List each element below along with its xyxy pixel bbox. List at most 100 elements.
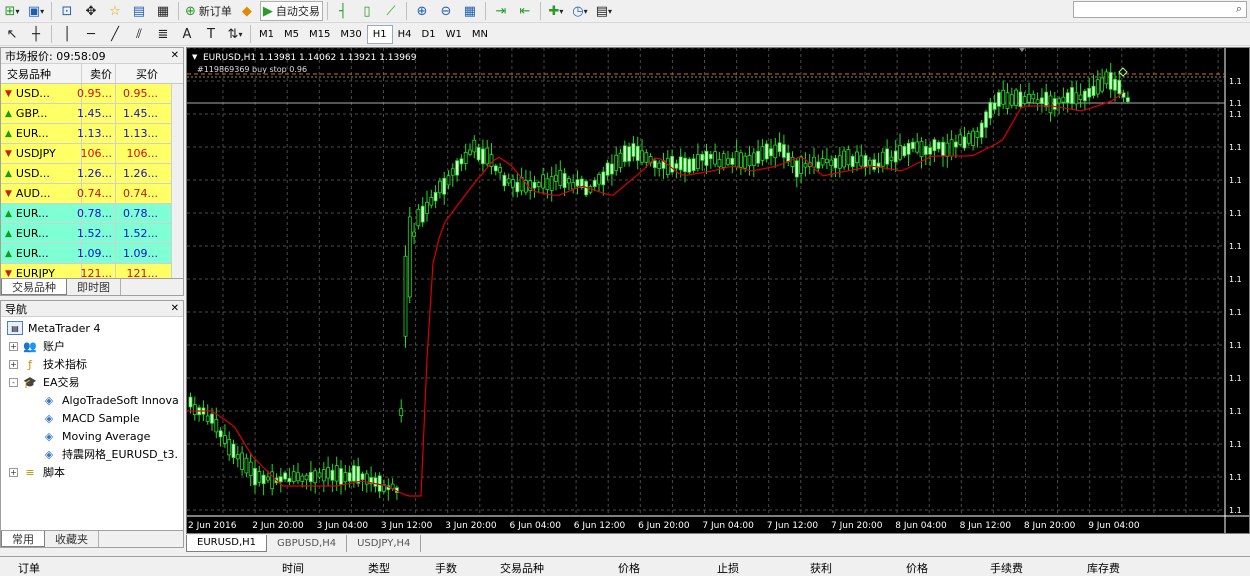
tile-windows-button[interactable]: ▦ (459, 1, 481, 21)
vertical-line-button[interactable]: │ (56, 24, 78, 44)
close-icon[interactable]: ✕ (171, 303, 179, 314)
crosshair-button[interactable]: ┼ (25, 24, 47, 44)
candle-body (773, 144, 778, 159)
timeframe-w1-button[interactable]: W1 (441, 25, 467, 44)
candle-body (205, 415, 210, 422)
candle-body (468, 149, 472, 155)
terminal-toggle[interactable]: ▤ (128, 1, 150, 21)
chart-shift-marker (1019, 48, 1025, 52)
chart-window[interactable]: 1.1 1.1 1.1 1.1 1.1 1.1 1.1 1.1 1.1 1.1 1.1 1.1 1.1 1… (186, 47, 1250, 552)
close-icon[interactable]: ✕ (171, 50, 179, 61)
line-chart-button[interactable]: ⟋ (380, 1, 402, 21)
nav-item[interactable]: ◈ 持震网格_EURUSD_t3. (1, 445, 183, 463)
indicators-button[interactable]: ✚ ▾ (545, 1, 567, 21)
candle-body (597, 173, 601, 185)
templates-button[interactable]: ▤ ▾ (593, 1, 615, 21)
arrow-up-icon: ▲ (5, 228, 12, 239)
timeframe-m30-button[interactable]: M30 (335, 25, 366, 44)
market-watch-tab-0[interactable]: 交易品种 (1, 279, 67, 295)
market-watch-toggle[interactable]: ⊡ (56, 1, 78, 21)
candle-body (1100, 77, 1104, 92)
expand-icon[interactable]: + (9, 359, 18, 369)
new-order-icon: ⊕ (185, 3, 196, 19)
chart-tab[interactable]: GBPUSD,H4 (267, 534, 348, 552)
new-order-button[interactable]: ⊕ 新订单 (183, 1, 234, 21)
candle-chart-button[interactable]: ▯ (356, 1, 378, 21)
nav-item[interactable]: - 🎓 EA交易 (1, 373, 183, 391)
chart-tab[interactable]: USDJPY,H4 (347, 534, 422, 552)
candle-body (317, 472, 322, 478)
column-ask[interactable]: 买价 (116, 64, 162, 83)
autoscroll-button[interactable]: ⇥ (490, 1, 512, 21)
nav-item[interactable]: ◈ AlgoTradeSoft Innova (1, 391, 183, 409)
price-chart[interactable]: 1.1 1.1 1.1 1.1 1.1 1.1 1.1 1.1 1.1 1.1 1.1 1.1 1.1 1… (187, 48, 1249, 534)
market-watch-row[interactable]: ▼ AUD... 0.74... 0.74... (1, 184, 183, 204)
timeframe-mn-button[interactable]: MN (467, 25, 493, 44)
timeframe-m5-button[interactable]: M5 (279, 25, 304, 44)
equidistant-channel-button[interactable]: ⫽ (128, 24, 150, 44)
market-watch-row[interactable]: ▲ GBP... 1.45... 1.45... (1, 104, 183, 124)
bid-cell: 1.13... (77, 124, 116, 143)
nav-item[interactable]: + 👥 账户 (1, 337, 183, 355)
cursor-button[interactable]: ↖ (1, 24, 23, 44)
arrow-up-icon: ▲ (5, 128, 12, 139)
horizontal-line-button[interactable]: ─ (80, 24, 102, 44)
market-watch-row[interactable]: ▲ EUR... 0.78... 0.78... (1, 204, 183, 224)
market-watch-row[interactable]: ▼ USDJPY 106... 106... (1, 144, 183, 164)
timeframe-m1-button[interactable]: M1 (254, 25, 279, 44)
arrows-button[interactable]: ⇅ ▾ (224, 24, 246, 44)
nav-item[interactable]: + ≡ 脚本 (1, 463, 183, 481)
column-symbol[interactable]: 交易品种 (1, 64, 82, 83)
fibonacci-button[interactable]: ≣ (152, 24, 174, 44)
zoom-out-button[interactable]: ⊖ (435, 1, 457, 21)
expand-icon[interactable]: + (9, 467, 18, 477)
bar-chart-button[interactable]: ┤ (332, 1, 354, 21)
candle-body (915, 141, 920, 153)
candle-body (652, 160, 657, 168)
nav-item[interactable]: ◈ MACD Sample (1, 409, 183, 427)
timeframe-m15-button[interactable]: M15 (304, 25, 335, 44)
tester-toggle[interactable]: ▦ (152, 1, 174, 21)
timeframe-h4-button[interactable]: H4 (393, 25, 417, 44)
candle-body (1108, 72, 1113, 90)
data-window-toggle[interactable]: ✥ (80, 1, 102, 21)
auto-trading-button[interactable]: ▶ 自动交易 (259, 1, 323, 21)
search-input[interactable]: ⌕ (1073, 1, 1247, 18)
timeframe-d1-button[interactable]: D1 (417, 25, 441, 44)
symbol-cell: ▲ EUR... (1, 224, 82, 243)
trendline-button[interactable]: ╱ (104, 24, 126, 44)
zoom-in-button[interactable]: ⊕ (411, 1, 433, 21)
market-watch-row[interactable]: ▼ USD... 0.95... 0.95... (1, 84, 183, 104)
candle-body (339, 468, 343, 485)
chart-shift-button[interactable]: ⇤ (514, 1, 536, 21)
candle-body (726, 158, 730, 165)
chart-tab[interactable]: EURUSD,H1 (186, 534, 268, 552)
nav-item[interactable]: ◈ Moving Average (1, 427, 183, 445)
candle-body (683, 157, 687, 173)
navigator-tab-0[interactable]: 常用 (1, 531, 45, 547)
market-watch-row[interactable]: ▲ USD... 1.26... 1.26... (1, 164, 183, 184)
market-watch-scrollbar[interactable] (171, 84, 183, 280)
nav-item[interactable]: + ƒ 技术指标 (1, 355, 183, 373)
navigator-tab-1[interactable]: 收藏夹 (45, 531, 99, 547)
expand-icon[interactable]: + (9, 341, 18, 351)
chart-dropdown-icon[interactable]: ▼ (192, 53, 197, 61)
market-watch-row[interactable]: ▲ EUR... 1.52... 1.52... (1, 224, 183, 244)
timeframe-group: M1 M5 M15 M30 H1 H4 D1 W1 MN (254, 24, 493, 44)
navigator-toggle[interactable]: ☆ (104, 1, 126, 21)
market-watch-row[interactable]: ▲ EUR... 1.13... 1.13... (1, 124, 183, 144)
nav-root[interactable]: ▤ MetaTrader 4 (1, 319, 183, 337)
market-watch-tab-1[interactable]: 即时图 (67, 279, 121, 295)
candle-body (532, 181, 537, 189)
column-bid[interactable]: 卖价 (82, 64, 116, 83)
periods-button[interactable]: ◷ ▾ (569, 1, 591, 21)
candle-body (498, 167, 503, 173)
text-label-button[interactable]: T (200, 24, 222, 44)
collapse-icon[interactable]: - (9, 377, 18, 387)
metaeditor-button[interactable]: ◆ (236, 1, 258, 21)
timeframe-h1-button[interactable]: H1 (366, 24, 393, 44)
new-chart-button[interactable]: ⊞ ▾ (1, 1, 23, 21)
profiles-button[interactable]: ▣ ▾ (25, 1, 47, 21)
market-watch-row[interactable]: ▲ EUR... 1.09... 1.09... (1, 244, 183, 264)
text-button[interactable]: A (176, 24, 198, 44)
